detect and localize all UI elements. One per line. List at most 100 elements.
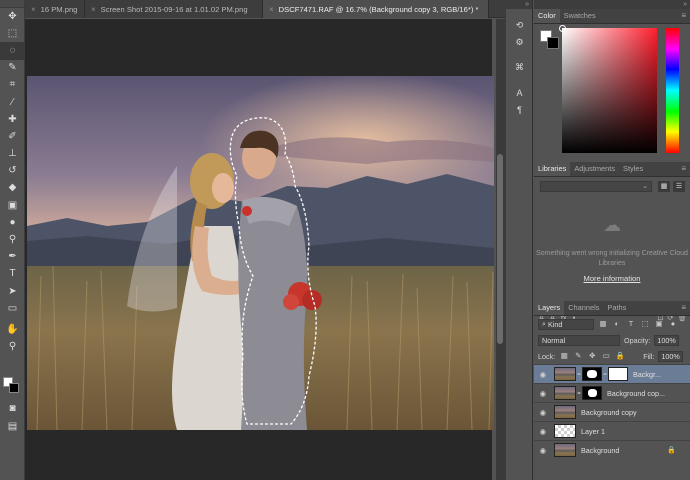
move-tool-icon[interactable]: ✥ (0, 8, 25, 25)
eraser-tool-icon[interactable]: ◆ (0, 180, 25, 197)
document-tabs: × 16 PM.png × Screen Shot 2015-09-16 at … (25, 0, 505, 18)
color-field[interactable] (559, 25, 657, 153)
paragraph-icon[interactable]: ¶ (506, 101, 533, 118)
visibility-eye-icon[interactable]: ◉ (534, 427, 552, 436)
collapse-icon[interactable]: » (506, 0, 532, 9)
tab-swatches[interactable]: Swatches (560, 9, 600, 23)
lock-artboard-icon[interactable]: ▭ (601, 351, 611, 361)
fill-input[interactable]: 100% (658, 350, 683, 362)
more-information-link[interactable]: More information (534, 274, 690, 283)
lock-all-icon[interactable]: 🔒 (615, 351, 625, 361)
document-tab-label: 16 PM.png (40, 4, 78, 14)
crop-tool-icon[interactable]: ⌗ (0, 77, 25, 94)
close-icon[interactable]: × (31, 5, 36, 14)
marquee-tool-icon[interactable]: ⬚ (0, 25, 25, 42)
right-panels: » Color Swatches ≡ Libraries Adjustments… (534, 0, 690, 480)
document-tab[interactable]: × 16 PM.png (25, 0, 85, 18)
document-tab[interactable]: × Screen Shot 2015-09-16 at 1.01.02 PM.p… (85, 0, 263, 18)
lasso-tool-icon[interactable]: ◌ (0, 42, 25, 60)
quick-selection-tool-icon[interactable]: ✎ (0, 60, 25, 77)
collapse-icon[interactable]: » (534, 0, 690, 9)
tab-libraries[interactable]: Libraries (534, 162, 571, 176)
tab-channels[interactable]: Channels (564, 301, 603, 315)
history-brush-tool-icon[interactable]: ↺ (0, 163, 25, 180)
layer-thumbnail (554, 405, 576, 419)
hue-slider[interactable] (666, 28, 679, 153)
dodge-tool-icon[interactable]: ⚲ (0, 231, 25, 248)
hand-tool-icon[interactable]: ✋ (0, 321, 25, 338)
opacity-input[interactable]: 100% (654, 334, 679, 346)
close-icon[interactable]: × (91, 5, 96, 14)
blend-mode-dropdown[interactable]: Normal (538, 334, 620, 346)
filter-kind-dropdown[interactable]: ⌕ Kind (538, 318, 594, 330)
screen-mode-icon[interactable]: ▤ (0, 418, 25, 435)
blur-tool-icon[interactable]: ● (0, 214, 25, 231)
layer-mask-thumbnail[interactable] (608, 367, 628, 381)
lock-row: Lock: ▦ ✎ ✥ ▭ 🔒 Fill: 100% (534, 348, 690, 364)
lock-transparent-icon[interactable]: ▦ (559, 351, 569, 361)
document-canvas[interactable] (25, 19, 494, 480)
list-view-icon[interactable]: ☰ (673, 181, 685, 192)
visibility-eye-icon[interactable]: ◉ (534, 389, 552, 398)
libraries-panel-tabs: Libraries Adjustments Styles ≡ (534, 162, 690, 177)
properties-icon[interactable]: ⚙ (506, 34, 533, 51)
clone-stamp-tool-icon[interactable]: ⊥ (0, 146, 25, 163)
panel-menu-icon[interactable]: ≡ (681, 164, 686, 173)
history-icon[interactable]: ⟲ (506, 17, 533, 34)
smart-object-filter-icon[interactable]: ▣ (654, 319, 664, 329)
visibility-eye-icon[interactable]: ◉ (534, 370, 552, 379)
tools-panel-grip[interactable] (0, 0, 24, 8)
pixel-filter-icon[interactable]: ▦ (598, 319, 608, 329)
layer-filter-row: ⌕ Kind ▦ ◐ T ⬚ ▣ ● (534, 316, 690, 332)
filter-toggle-icon[interactable]: ● (668, 319, 678, 329)
color-picker-handle[interactable] (559, 25, 566, 32)
color-panel-tabs: Color Swatches ≡ (534, 9, 690, 24)
layer-name: Background (581, 445, 620, 455)
background-color-swatch[interactable] (547, 37, 559, 49)
tab-layers[interactable]: Layers (534, 301, 565, 315)
lock-position-icon[interactable]: ✥ (587, 351, 597, 361)
lock-icon: 🔒 (667, 447, 676, 454)
brush-tool-icon[interactable]: ✐ (0, 128, 25, 145)
lock-label: Lock: (538, 351, 556, 361)
tab-adjustments[interactable]: Adjustments (570, 162, 619, 176)
pen-tool-icon[interactable]: ✒ (0, 249, 25, 266)
layer-mask-thumbnail[interactable] (582, 386, 602, 400)
gradient-tool-icon[interactable]: ▣ (0, 197, 25, 214)
document-tab-active[interactable]: × DSCF7471.RAF @ 16.7% (Background copy … (263, 0, 489, 18)
layer-row[interactable]: ◉ ⚭ ⚭ Backgr... (534, 364, 690, 383)
tab-paths[interactable]: Paths (603, 301, 630, 315)
visibility-eye-icon[interactable]: ◉ (534, 408, 552, 417)
layer-row[interactable]: ◉ Layer 1 (534, 421, 690, 440)
tab-styles[interactable]: Styles (619, 162, 647, 176)
shape-filter-icon[interactable]: ⬚ (640, 319, 650, 329)
close-icon[interactable]: × (269, 5, 274, 14)
path-selection-tool-icon[interactable]: ➤ (0, 283, 25, 300)
zoom-tool-icon[interactable]: ⚲ (0, 339, 25, 356)
library-dropdown[interactable]: ⌄ (540, 181, 652, 192)
wedding-photo[interactable] (27, 76, 494, 430)
eyedropper-tool-icon[interactable]: ⁄ (0, 94, 25, 111)
layer-row[interactable]: ◉ Background copy (534, 402, 690, 421)
lock-image-icon[interactable]: ✎ (573, 351, 583, 361)
tool-presets-icon[interactable]: ⌘ (506, 59, 533, 76)
blend-row: Normal Opacity: 100% (534, 332, 690, 348)
scrollbar-thumb[interactable] (497, 154, 503, 344)
character-icon[interactable]: A (506, 84, 533, 101)
tab-color[interactable]: Color (534, 9, 560, 23)
layer-mask-thumbnail[interactable] (582, 367, 602, 381)
type-filter-icon[interactable]: T (626, 319, 636, 329)
panel-menu-icon[interactable]: ≡ (681, 11, 686, 20)
visibility-eye-icon[interactable]: ◉ (534, 446, 552, 455)
quick-mask-icon[interactable]: ◙ (0, 400, 25, 417)
canvas-vertical-scrollbar[interactable] (496, 19, 505, 480)
type-tool-icon[interactable]: T (0, 266, 25, 283)
rectangle-tool-icon[interactable]: ▭ (0, 300, 25, 317)
healing-brush-tool-icon[interactable]: ✚ (0, 111, 25, 128)
adjustment-filter-icon[interactable]: ◐ (612, 319, 622, 329)
layer-row[interactable]: ◉ Background 🔒 (534, 440, 690, 459)
grid-view-icon[interactable]: ▦ (658, 181, 670, 192)
layer-row[interactable]: ◉ ⚭ Background cop... (534, 383, 690, 402)
background-color-swatch[interactable] (9, 383, 19, 393)
panel-menu-icon[interactable]: ≡ (681, 303, 686, 312)
